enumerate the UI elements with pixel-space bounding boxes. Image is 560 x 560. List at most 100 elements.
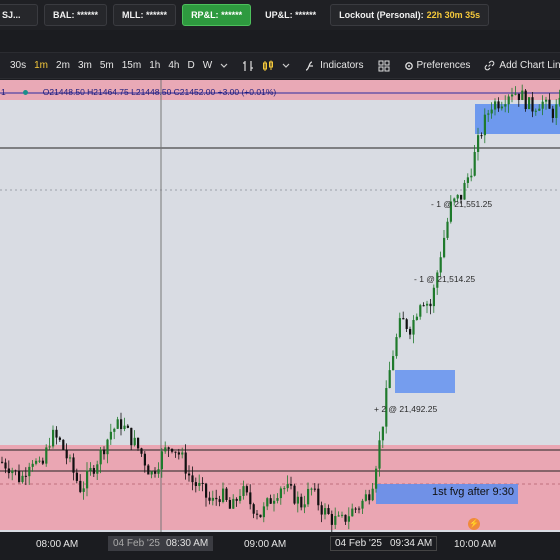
candle-body xyxy=(252,504,255,514)
preferences-label: Preferences xyxy=(416,60,471,71)
interval-30s[interactable]: 30s xyxy=(6,53,30,78)
mll-value: ****** xyxy=(146,10,168,20)
interval-5m[interactable]: 5m xyxy=(96,53,118,78)
candle-body xyxy=(361,500,364,509)
realized-pnl-badge[interactable]: RP&L: ****** xyxy=(182,4,252,26)
lightning-bolt-icon[interactable]: ⚡ xyxy=(468,518,480,530)
candle-body xyxy=(109,431,112,440)
candle-body xyxy=(160,451,163,470)
add-chart-link-label: Add Chart Link xyxy=(499,60,560,71)
price-chart[interactable]: 1 O21448.50 H21464.75 L21448.50 C21452.0… xyxy=(0,80,560,532)
candle-body xyxy=(14,470,17,472)
candle-body xyxy=(65,449,68,459)
indicators-button[interactable]: Indicators xyxy=(300,53,367,78)
time-axis[interactable]: 08:00 AM 04 Feb '25 08:30 AM 09:00 AM 04 … xyxy=(0,532,560,560)
interval-4h[interactable]: 4h xyxy=(164,53,183,78)
cursor-date: 04 Feb '25 xyxy=(335,538,382,549)
candle-body xyxy=(150,471,153,475)
candle-body xyxy=(177,452,180,455)
candle-body xyxy=(133,437,136,446)
candle-body xyxy=(262,506,265,518)
candle-body xyxy=(528,97,531,110)
candle-body xyxy=(324,508,327,515)
candle-body xyxy=(392,356,395,371)
candle-body xyxy=(307,488,310,505)
candle-body xyxy=(106,439,109,455)
candle-body xyxy=(429,303,432,307)
chart-type-chevron-down-icon[interactable] xyxy=(278,53,294,78)
interval-W[interactable]: W xyxy=(199,53,216,78)
candle-body xyxy=(405,319,408,329)
bar-type-icon[interactable] xyxy=(238,53,258,78)
candle-body xyxy=(538,108,541,111)
candle-body xyxy=(184,452,187,474)
candle-body xyxy=(511,94,514,97)
lockout-label: Lockout (Personal): xyxy=(339,10,424,20)
interval-D[interactable]: D xyxy=(183,53,198,78)
candle-body xyxy=(194,482,197,486)
candle-body xyxy=(38,460,41,462)
candle-type-icon[interactable] xyxy=(258,53,278,78)
time-tick: 08:00 AM xyxy=(36,539,79,550)
candle-body xyxy=(269,498,272,504)
candle-body xyxy=(504,104,507,107)
candle-body xyxy=(55,429,58,438)
candle-body xyxy=(11,470,14,474)
candle-body xyxy=(198,482,201,486)
lockout-badge[interactable]: Lockout (Personal): 22h 30m 35s xyxy=(330,4,490,26)
indicators-label: Indicators xyxy=(320,60,364,71)
candle-body xyxy=(72,457,75,473)
candle-body xyxy=(256,513,259,515)
candle-body xyxy=(395,337,398,357)
layout-grid-icon[interactable] xyxy=(374,53,394,78)
candle-body xyxy=(191,475,194,483)
candle-body xyxy=(24,475,27,477)
candle-body xyxy=(259,514,262,518)
candle-body xyxy=(541,101,544,109)
account-selector[interactable]: SJ... xyxy=(0,4,38,26)
candle-body xyxy=(228,499,231,509)
candle-body xyxy=(89,468,92,471)
crosshair-date: 04 Feb '25 xyxy=(113,538,160,549)
candle-body xyxy=(7,468,10,474)
upnl-value: ****** xyxy=(295,10,317,20)
candle-body xyxy=(126,425,129,428)
link-icon xyxy=(485,60,495,71)
candle-body xyxy=(344,514,347,522)
candle-body xyxy=(548,99,551,109)
interval-3m[interactable]: 3m xyxy=(74,53,96,78)
interval-chevron-down-icon[interactable] xyxy=(216,53,232,78)
candle-body xyxy=(456,194,459,199)
add-chart-link-button[interactable]: Add Chart Link xyxy=(480,53,560,78)
candle-body xyxy=(296,496,299,504)
candle-body xyxy=(402,318,405,320)
candle-body xyxy=(242,486,245,496)
candle-body xyxy=(154,471,157,474)
candle-body xyxy=(409,328,412,335)
candle-body xyxy=(470,175,473,178)
candle-body xyxy=(300,496,303,508)
chart-canvas[interactable] xyxy=(0,80,560,532)
candle-body xyxy=(35,460,38,464)
candle-body xyxy=(245,486,248,493)
candle-body xyxy=(137,437,140,449)
candle-body xyxy=(147,465,150,475)
candle-body xyxy=(415,316,418,320)
interval-1m[interactable]: 1m xyxy=(30,53,52,78)
unrealized-pnl-badge[interactable]: UP&L: ****** xyxy=(257,4,324,26)
fvg-zone-middle xyxy=(395,370,455,393)
interval-2m[interactable]: 2m xyxy=(52,53,74,78)
candle-body xyxy=(273,500,276,504)
interval-15m[interactable]: 15m xyxy=(118,53,145,78)
time-tick: 09:00 AM xyxy=(244,539,287,550)
candle-body xyxy=(181,452,184,455)
series-color-dot xyxy=(22,89,28,95)
balance-badge[interactable]: BAL: ****** xyxy=(44,4,108,26)
candle-body xyxy=(375,468,378,489)
candle-body xyxy=(123,425,126,430)
preferences-button[interactable]: Preferences xyxy=(400,53,475,78)
interval-1h[interactable]: 1h xyxy=(145,53,164,78)
mll-badge[interactable]: MLL: ****** xyxy=(113,4,177,26)
gear-icon xyxy=(404,61,413,70)
candle-body xyxy=(215,497,218,500)
